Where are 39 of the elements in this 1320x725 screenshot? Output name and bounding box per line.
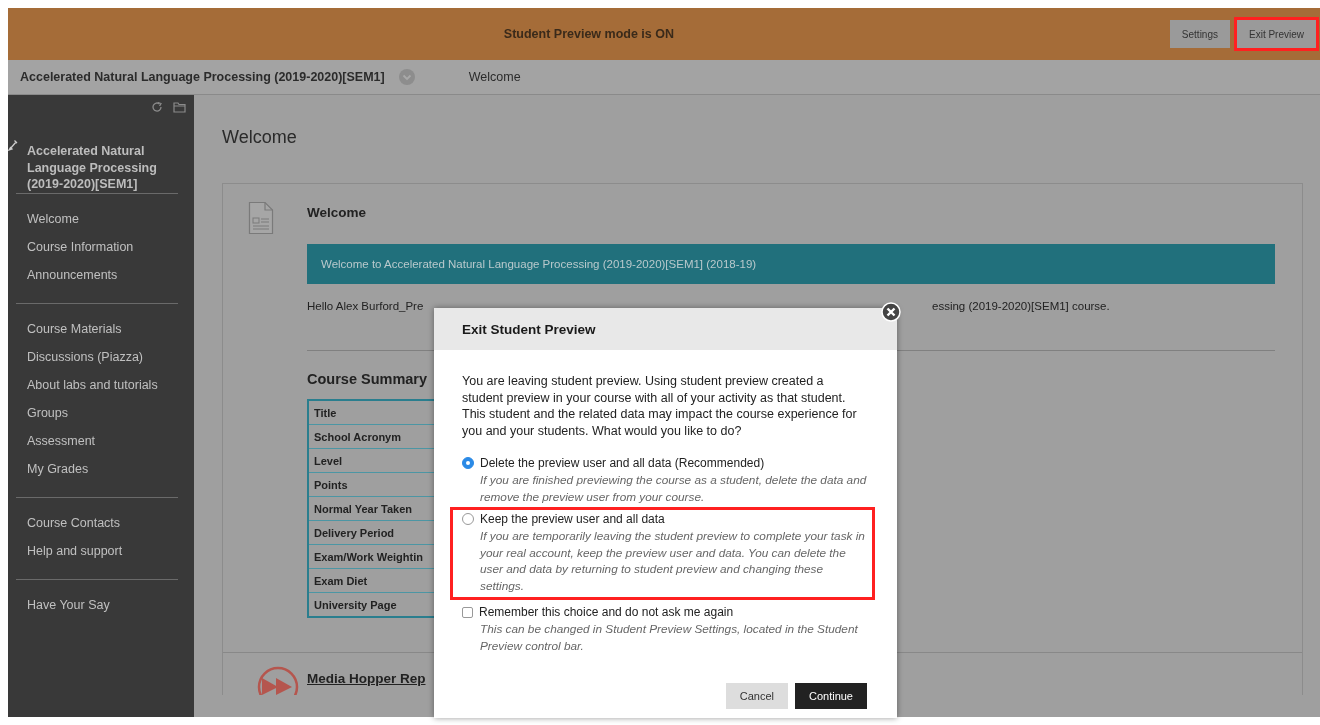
checkbox-description: This can be changed in Student Preview Settings, located in the Student Preview control bar. [479,621,859,654]
banner-button[interactable]: Settings [1169,20,1230,48]
radio-button[interactable] [462,457,474,469]
course-title[interactable]: Accelerated Natural Language Processing (2019-2020)[SEM1] [8,115,194,193]
document-icon [248,201,274,235]
menu-link[interactable]: Course Materials [16,316,178,345]
menu-link[interactable]: Course Contacts [16,510,178,539]
menu-link[interactable]: Assessment [16,428,178,457]
greeting-text: essing (2019-2020)[SEM1] course. [932,300,1111,312]
menu-link[interactable]: Groups [16,400,178,429]
menu-link[interactable]: Welcome [16,206,178,235]
menu-link[interactable]: Help and support [16,538,178,567]
menu-link[interactable]: Have Your Say [16,592,178,621]
item-title: Welcome [307,205,368,220]
menu-link[interactable]: Course Information [16,234,178,263]
menu-link[interactable]: Announcements [16,262,178,291]
menu-link[interactable]: Discussions (Piazza) [16,344,178,373]
pencil-icon[interactable] [8,139,18,151]
dialog-title: Exit Student Preview [434,308,897,350]
refresh-icon[interactable] [151,101,163,113]
checkbox[interactable] [462,606,473,618]
item-link[interactable]: Media Hopper Rep [307,671,426,695]
fast-forward-icon [256,665,300,695]
breadcrumb-page: Welcome [468,70,521,84]
page-title: Welcome [222,127,298,148]
folder-icon[interactable] [173,101,186,113]
breadcrumb-course[interactable]: Accelerated Natural Language Processing (2019-2020)[SEM1] [20,70,385,84]
preview-mode-message: Student Preview mode is ON [502,27,675,41]
close-icon[interactable] [881,302,901,322]
menu-link[interactable]: My Grades [16,456,178,485]
cancel-button[interactable]: Cancel [725,683,788,709]
section-heading: Course Summary [307,371,428,387]
chevron-circle-icon [398,69,415,85]
menu-link[interactable]: About labs and tutorials [16,372,178,401]
radio-button[interactable] [462,513,474,525]
welcome-banner: Welcome to Accelerated Natural Language Processing (2019-2020)[SEM1] (2018-19) [307,244,1275,284]
greeting-text: Hello Alex Burford_Pre [307,300,425,312]
continue-button[interactable]: Continue [794,683,867,709]
banner-button[interactable]: Exit Preview [1237,20,1316,48]
